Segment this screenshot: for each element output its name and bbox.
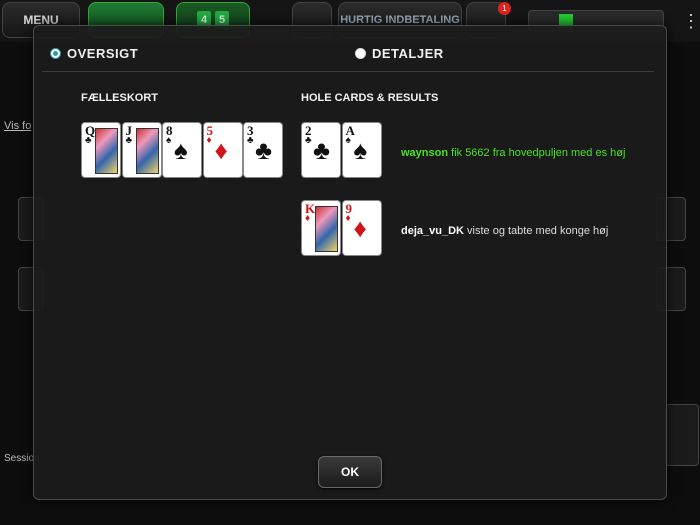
hand-summary-dialog: OVERSIGT DETALJER FÆLLESKORT HOLE CARDS …	[33, 25, 667, 500]
card-pip-icon: ♣	[313, 135, 331, 165]
playing-card: 3 ♣ ♣	[244, 123, 282, 177]
radio-selected-icon[interactable]	[50, 48, 61, 59]
card-suit-icon: ♦	[345, 213, 351, 224]
tab-overview[interactable]: OVERSIGT	[50, 46, 138, 61]
hole-cards-heading: HOLE CARDS & RESULTS	[301, 92, 439, 104]
card-pip-icon: ♦	[353, 213, 367, 243]
card-pip-icon: ♠	[174, 135, 188, 165]
tab-label: DETALJER	[372, 46, 444, 61]
more-options-icon[interactable]: ⋮	[682, 10, 700, 32]
result-message: fik 5662 fra hovedpuljen med es høj	[448, 147, 626, 159]
playing-card: 5 ♦ ♦	[203, 123, 242, 177]
ok-button[interactable]: OK	[318, 456, 382, 488]
card-pip-icon: ♠	[353, 135, 368, 165]
face-card-art	[135, 128, 159, 174]
result-line: deja_vu_DK viste og tabte med konge høj	[401, 225, 608, 237]
tab-label: OVERSIGT	[67, 46, 139, 61]
card-suit-icon: ♣	[85, 135, 92, 146]
notification-badge: 1	[498, 2, 511, 15]
card-pip-icon: ♦	[214, 135, 228, 165]
result-message: viste og tabte med konge høj	[463, 225, 609, 237]
community-cards-heading: FÆLLESKORT	[81, 92, 158, 104]
card-pip-icon: ♣	[255, 135, 273, 165]
face-card-art	[315, 206, 338, 252]
playing-card: A ♠ ♠	[342, 123, 381, 177]
card-suit-icon: ♣	[305, 135, 312, 146]
card-suit-icon: ♦	[206, 135, 212, 146]
card-suit-icon: ♣	[125, 135, 133, 146]
playing-card: 2 ♣ ♣	[302, 123, 340, 177]
chat-panel	[665, 404, 699, 466]
face-card-art	[95, 128, 118, 174]
card-suit-icon: ♠	[345, 135, 351, 146]
playing-card: J ♣	[122, 123, 161, 177]
playing-card: K ♦	[302, 201, 340, 255]
divider	[42, 71, 654, 72]
card-suit-icon: ♣	[247, 135, 254, 146]
card-suit-icon: ♠	[166, 135, 172, 146]
player-name: waynson	[401, 147, 449, 159]
playing-card: Q ♣	[82, 123, 120, 177]
playing-card: 8 ♠ ♠	[163, 123, 201, 177]
player-name: deja_vu_DK	[401, 225, 464, 237]
result-line: waynson fik 5662 fra hovedpuljen med es …	[401, 147, 625, 159]
card-suit-icon: ♦	[305, 213, 311, 224]
radio-unselected-icon[interactable]	[355, 48, 366, 59]
tab-details[interactable]: DETALJER	[355, 46, 444, 61]
background-link[interactable]: Vis fo	[4, 120, 31, 132]
playing-card: 9 ♦ ♦	[342, 201, 381, 255]
